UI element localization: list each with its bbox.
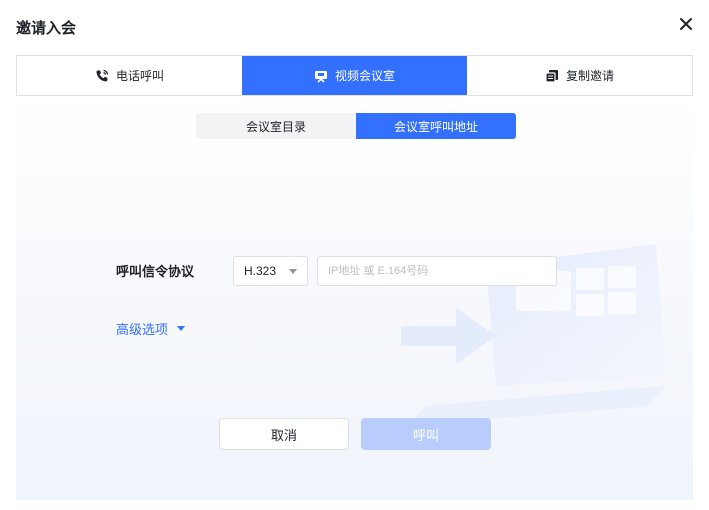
segment-room-call-address[interactable]: 会议室呼叫地址: [356, 113, 516, 139]
dialog-title: 邀请入会: [16, 20, 77, 37]
call-button[interactable]: 呼叫: [361, 418, 491, 450]
cancel-button[interactable]: 取消: [219, 418, 349, 450]
phone-icon: [95, 69, 109, 83]
advanced-options-toggle[interactable]: 高级选项: [116, 319, 186, 338]
close-icon[interactable]: [679, 17, 693, 31]
tab-copy-invite[interactable]: 复制邀请: [467, 56, 692, 95]
address-input[interactable]: [317, 256, 557, 286]
caret-down-icon: [177, 326, 186, 331]
tab-label: 视频会议室: [334, 69, 395, 83]
tab-meeting-room[interactable]: 视频会议室: [242, 56, 467, 95]
protocol-label: 呼叫信令协议: [116, 264, 195, 279]
tab-phone-call[interactable]: 电话呼叫: [17, 56, 242, 95]
advanced-options-label: 高级选项: [116, 322, 169, 337]
meeting-room-icon: [314, 69, 328, 83]
protocol-select[interactable]: H.323: [233, 256, 308, 286]
segment-room-directory[interactable]: 会议室目录: [196, 113, 356, 139]
tab-label: 复制邀请: [565, 69, 614, 83]
tab-label: 电话呼叫: [115, 69, 164, 83]
copy-icon: [545, 69, 559, 83]
room-segmented-control: 会议室目录 会议室呼叫地址: [196, 113, 516, 139]
chevron-down-icon: [289, 268, 297, 274]
protocol-value: H.323: [244, 264, 277, 278]
meeting-room-panel: 会议室目录 会议室呼叫地址 呼叫信令协议 H.323 高级选项 取消: [16, 96, 693, 500]
invite-tabs: 电话呼叫 视频会议室 复制邀请: [16, 55, 693, 96]
